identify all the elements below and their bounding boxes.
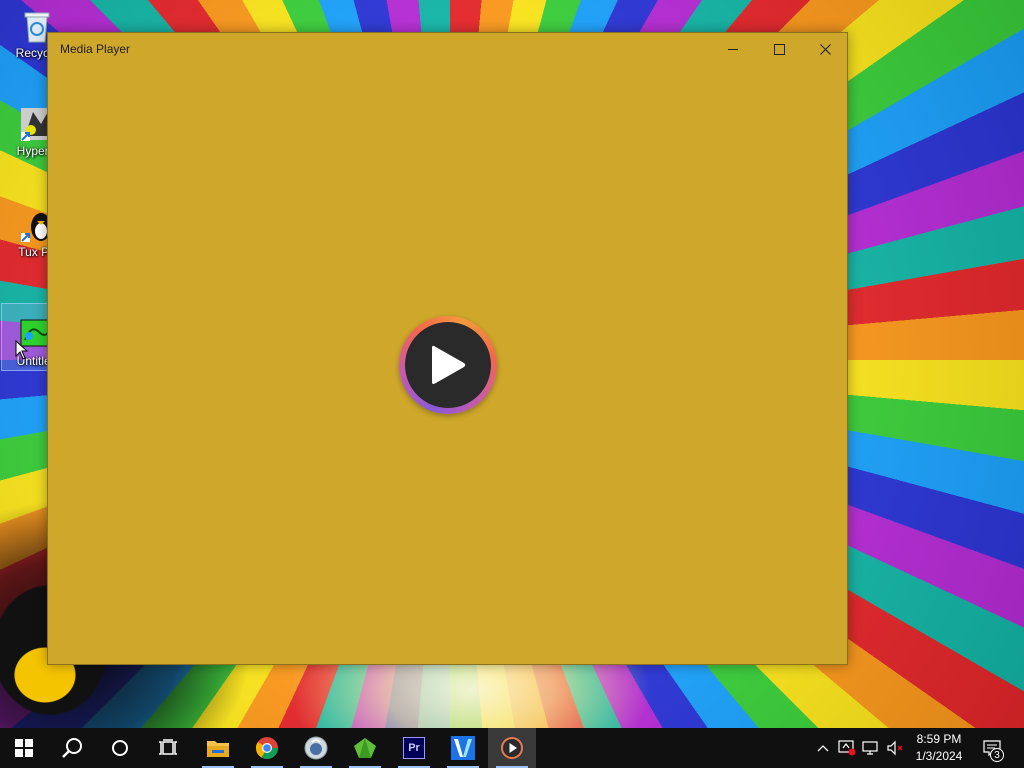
media-player-icon	[501, 737, 523, 759]
mouse-cursor-icon	[15, 340, 29, 360]
chrome-icon	[256, 737, 278, 759]
task-view-button[interactable]	[144, 728, 192, 768]
search-icon	[62, 738, 82, 758]
notification-count-badge: 3	[990, 748, 1004, 762]
search-button[interactable]	[48, 728, 96, 768]
folder-icon	[207, 741, 229, 757]
taskbar-chrome[interactable]	[243, 728, 291, 768]
minimize-icon	[728, 48, 738, 50]
play-button[interactable]	[399, 316, 497, 414]
green-gem-icon	[354, 738, 376, 758]
task-view-icon	[159, 739, 177, 755]
cortana-button[interactable]	[96, 728, 144, 768]
taskbar-green-app[interactable]	[341, 728, 389, 768]
tray-network[interactable]	[860, 728, 882, 768]
premiere-icon: Pr	[403, 737, 425, 759]
globe-app-icon	[304, 736, 328, 760]
taskbar-v-app[interactable]	[439, 728, 487, 768]
tray-clock[interactable]: 8:59 PM 1/3/2024	[906, 731, 972, 765]
chevron-up-icon	[817, 745, 829, 752]
taskbar-media-player[interactable]	[488, 728, 536, 768]
window-titlebar[interactable]: Media Player	[48, 33, 847, 65]
taskbar-globe-app[interactable]	[292, 728, 340, 768]
maximize-button[interactable]	[756, 33, 802, 65]
windows-start-icon	[15, 739, 33, 757]
security-warning-icon	[838, 740, 856, 756]
minimize-button[interactable]	[710, 33, 756, 65]
tray-volume[interactable]	[884, 728, 906, 768]
clock-time: 8:59 PM	[916, 732, 962, 746]
v-app-icon	[451, 736, 475, 760]
taskbar-file-explorer[interactable]	[194, 728, 242, 768]
cortana-circle-icon	[112, 740, 128, 756]
play-icon	[432, 345, 466, 384]
play-button-inner	[405, 322, 491, 408]
volume-muted-icon	[887, 740, 903, 756]
start-button[interactable]	[0, 728, 48, 768]
window-title: Media Player	[60, 42, 131, 56]
premiere-icon-label: Pr	[408, 742, 420, 754]
clock-date: 1/3/2024	[915, 749, 963, 763]
tray-security[interactable]	[836, 728, 858, 768]
tray-overflow-button[interactable]	[813, 728, 833, 768]
close-icon	[819, 43, 831, 55]
taskbar: Pr 8:59 PM 1/3/2024	[0, 728, 1024, 768]
maximize-icon	[773, 43, 785, 55]
taskbar-premiere[interactable]: Pr	[390, 728, 438, 768]
close-button[interactable]	[802, 33, 848, 65]
network-icon	[862, 741, 878, 755]
media-player-window[interactable]: Media Player	[47, 32, 848, 665]
